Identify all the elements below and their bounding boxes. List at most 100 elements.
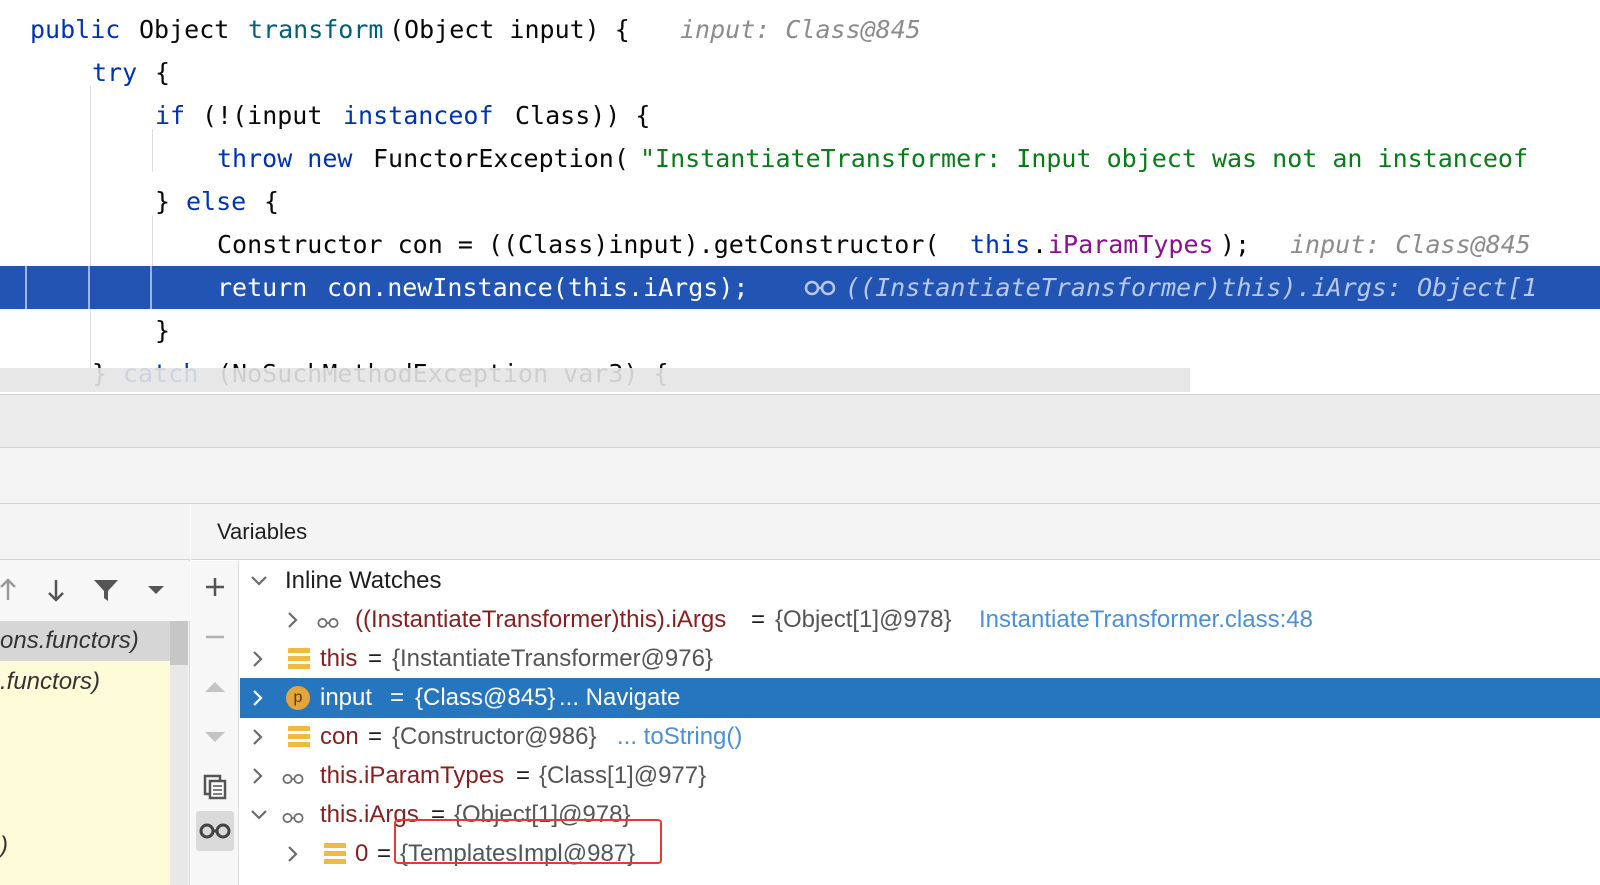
inline-watch-hint: ((InstantiateTransformer)this).iArgs: Ob… (845, 273, 1538, 302)
indent-guide (88, 266, 90, 309)
frames-panel: ons.functors) .functors) ) (0, 504, 190, 885)
chevron-down-icon[interactable] (249, 795, 269, 835)
code-token: { (264, 187, 280, 216)
arrow-down-icon[interactable] (38, 571, 74, 609)
code-token: else (186, 187, 247, 216)
code-token: (Object input) { (389, 15, 630, 44)
code-token: { (155, 58, 171, 87)
code-token: } (155, 187, 171, 216)
var-name: ((InstantiateTransformer)this).iArgs (355, 606, 727, 633)
horizontal-scrollbar[interactable] (0, 368, 1190, 392)
chevron-right-icon[interactable] (248, 639, 268, 679)
chevron-right-icon[interactable] (283, 834, 303, 874)
node-label: Inline Watches (285, 567, 442, 594)
var-value: {Class[1]@977} (539, 762, 707, 789)
code-line-4: throw new FunctorException( "Instantiate… (0, 137, 1600, 180)
code-token: (!(input (202, 101, 323, 130)
code-token: ); (1220, 230, 1251, 259)
field-icon (288, 726, 310, 748)
source-link[interactable]: InstantiateTransformer.class:48 (979, 600, 1313, 640)
var-row-con[interactable]: con = {Constructor@986} ... toString() (240, 717, 1600, 757)
up-icon[interactable] (196, 667, 234, 707)
debug-tabs-strip (0, 448, 1600, 504)
code-token: Object (139, 15, 230, 44)
chevron-right-icon[interactable] (248, 756, 268, 796)
code-line-8: } (0, 309, 1600, 352)
chevron-down-icon[interactable] (249, 561, 269, 601)
variables-side-toolbar (191, 561, 239, 885)
code-token: FunctorException( (373, 144, 629, 173)
code-token: instanceof (343, 101, 494, 130)
code-token: "InstantiateTransformer: Input object wa… (640, 144, 1529, 173)
glasses-icon[interactable] (196, 811, 234, 851)
var-value: {Object[1]@978} (775, 606, 952, 633)
indent-guide (25, 266, 27, 309)
variables-title: Variables (217, 519, 308, 544)
code-token: this (970, 230, 1031, 259)
var-value: {InstantiateTransformer@976} (392, 645, 713, 672)
code-token: con.newInstance(this.iArgs); (327, 273, 749, 302)
inline-value-hint: input: Class@845 (1290, 230, 1531, 259)
code-line-1: public Object transform (Object input) {… (0, 8, 1600, 51)
frame-list: ons.functors) .functors) ) (0, 621, 170, 885)
annotation-highlight-box (394, 819, 662, 864)
frames-toolbar (0, 561, 190, 621)
code-token: } (155, 316, 171, 345)
frames-header (0, 504, 190, 560)
var-value: {Constructor@986} (392, 723, 597, 750)
field-icon (288, 648, 310, 670)
chevron-right-icon[interactable] (248, 678, 268, 718)
navigate-link[interactable]: ... Navigate (559, 678, 680, 718)
code-token: return (217, 273, 308, 302)
scrollbar-thumb[interactable] (170, 621, 188, 665)
variables-header: Variables (191, 504, 1600, 560)
glasses-icon (282, 774, 304, 784)
code-line-6: Constructor con = ((Class)input).getCons… (0, 223, 1600, 266)
filter-icon[interactable] (88, 571, 124, 609)
code-token: . (1032, 230, 1048, 259)
var-row-input[interactable]: p input = {Class@845} ... Navigate (240, 678, 1600, 718)
code-line-5: } else { (0, 180, 1600, 223)
frame-item[interactable]: ) (0, 826, 170, 866)
code-token: transform (248, 15, 384, 44)
var-name: input (320, 684, 373, 711)
glasses-icon (282, 813, 304, 823)
execution-point-line: return con.newInstance(this.iArgs); ((In… (0, 266, 1600, 309)
var-row-this[interactable]: this = {InstantiateTransformer@976} (240, 639, 1600, 679)
code-token: if (155, 101, 186, 130)
code-editor[interactable]: public Object transform (Object input) {… (0, 0, 1600, 395)
inline-watches-node[interactable]: Inline Watches (240, 561, 1600, 601)
glasses-icon (317, 618, 339, 628)
indent-guide (150, 266, 152, 309)
chevron-right-icon[interactable] (283, 600, 303, 640)
param-icon: p (286, 686, 310, 710)
var-name: this (320, 645, 358, 672)
copy-icon[interactable] (196, 767, 234, 807)
frame-item[interactable]: ons.functors) (0, 621, 170, 661)
watch-row[interactable]: ((InstantiateTransformer)this).iArgs = {… (240, 600, 1600, 640)
var-eq: = (368, 645, 383, 672)
var-name: 0 (355, 840, 369, 867)
var-eq: = (390, 684, 405, 711)
dropdown-icon[interactable] (138, 571, 174, 609)
plus-icon[interactable] (196, 567, 234, 607)
chevron-right-icon[interactable] (248, 717, 268, 757)
frame-item[interactable]: .functors) (0, 662, 170, 702)
var-eq: = (516, 762, 531, 789)
down-icon[interactable] (196, 717, 234, 757)
inline-value-hint: input: Class@845 (680, 15, 921, 44)
code-token: try (92, 58, 138, 87)
var-eq: = (751, 606, 766, 633)
arrow-up-icon[interactable] (0, 571, 26, 609)
var-value: {Class@845} (415, 684, 556, 711)
minus-icon[interactable] (196, 617, 234, 657)
code-token: throw new (217, 144, 353, 173)
var-row-iparamtypes[interactable]: this.iParamTypes = {Class[1]@977} (240, 756, 1600, 796)
code-line-3: if (!(input instanceof Class)) { (0, 94, 1600, 137)
code-line-2: try { (0, 51, 1600, 94)
glasses-icon (804, 280, 836, 296)
code-token: public (30, 15, 121, 44)
var-eq: = (377, 840, 392, 867)
tostring-link[interactable]: ... toString() (617, 717, 742, 757)
var-name: this.iParamTypes (320, 762, 505, 789)
